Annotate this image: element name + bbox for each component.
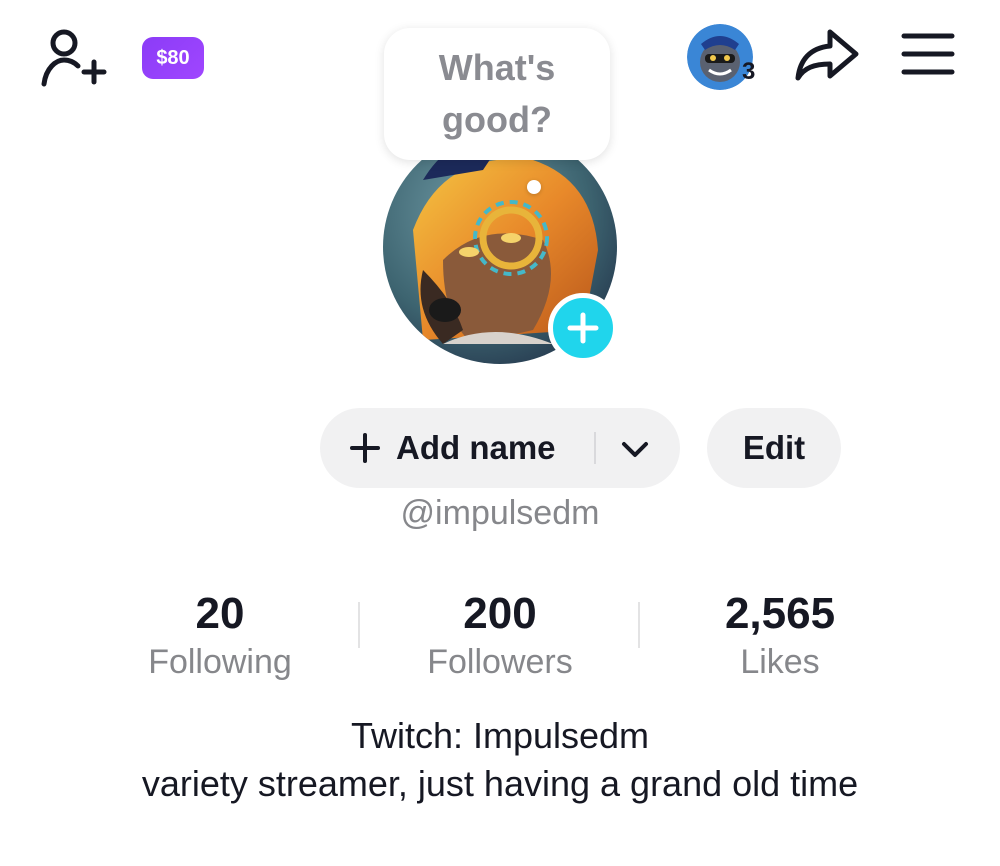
likes-label: Likes [740,643,820,681]
bio-line: variety streamer, just having a grand ol… [141,763,859,804]
chevron-down-icon[interactable] [618,432,652,466]
add-name-label: Add name [396,429,556,466]
bio-line: Twitch: Impulsedm [350,715,650,756]
stat-likes[interactable]: 2,565 Likes [660,588,900,684]
plus-icon [350,433,380,463]
coins-badge[interactable]: $80 [142,37,204,79]
status-bubble[interactable]: What's good? [384,28,610,160]
account-count-badge: 3 [742,58,756,85]
status-bubble-tail [527,180,541,194]
add-story-button[interactable] [548,293,618,363]
plus-icon [567,312,599,344]
stat-divider [638,602,640,648]
stat-followers[interactable]: 200 Followers [380,588,620,684]
button-divider [594,432,596,464]
followers-label: Followers [427,643,573,681]
likes-count: 2,565 [724,589,836,638]
edit-profile-button[interactable]: Edit [707,408,841,488]
stat-divider [358,602,360,648]
share-icon[interactable] [792,26,864,86]
username-handle: @impulsedm [400,494,600,532]
coins-label: $80 [156,46,190,69]
edit-profile-label: Edit [742,429,806,466]
followers-count: 200 [463,589,537,638]
add-friend-icon[interactable] [36,26,108,90]
add-name-button[interactable]: Add name [320,408,680,488]
profile-bio: Twitch: Impulsedm variety streamer, just… [120,712,880,808]
stat-following[interactable]: 20 Following [100,588,340,684]
menu-icon[interactable] [898,28,958,80]
following-label: Following [148,643,292,681]
status-bubble-text: What's good? [438,47,556,140]
following-count: 20 [195,589,245,638]
